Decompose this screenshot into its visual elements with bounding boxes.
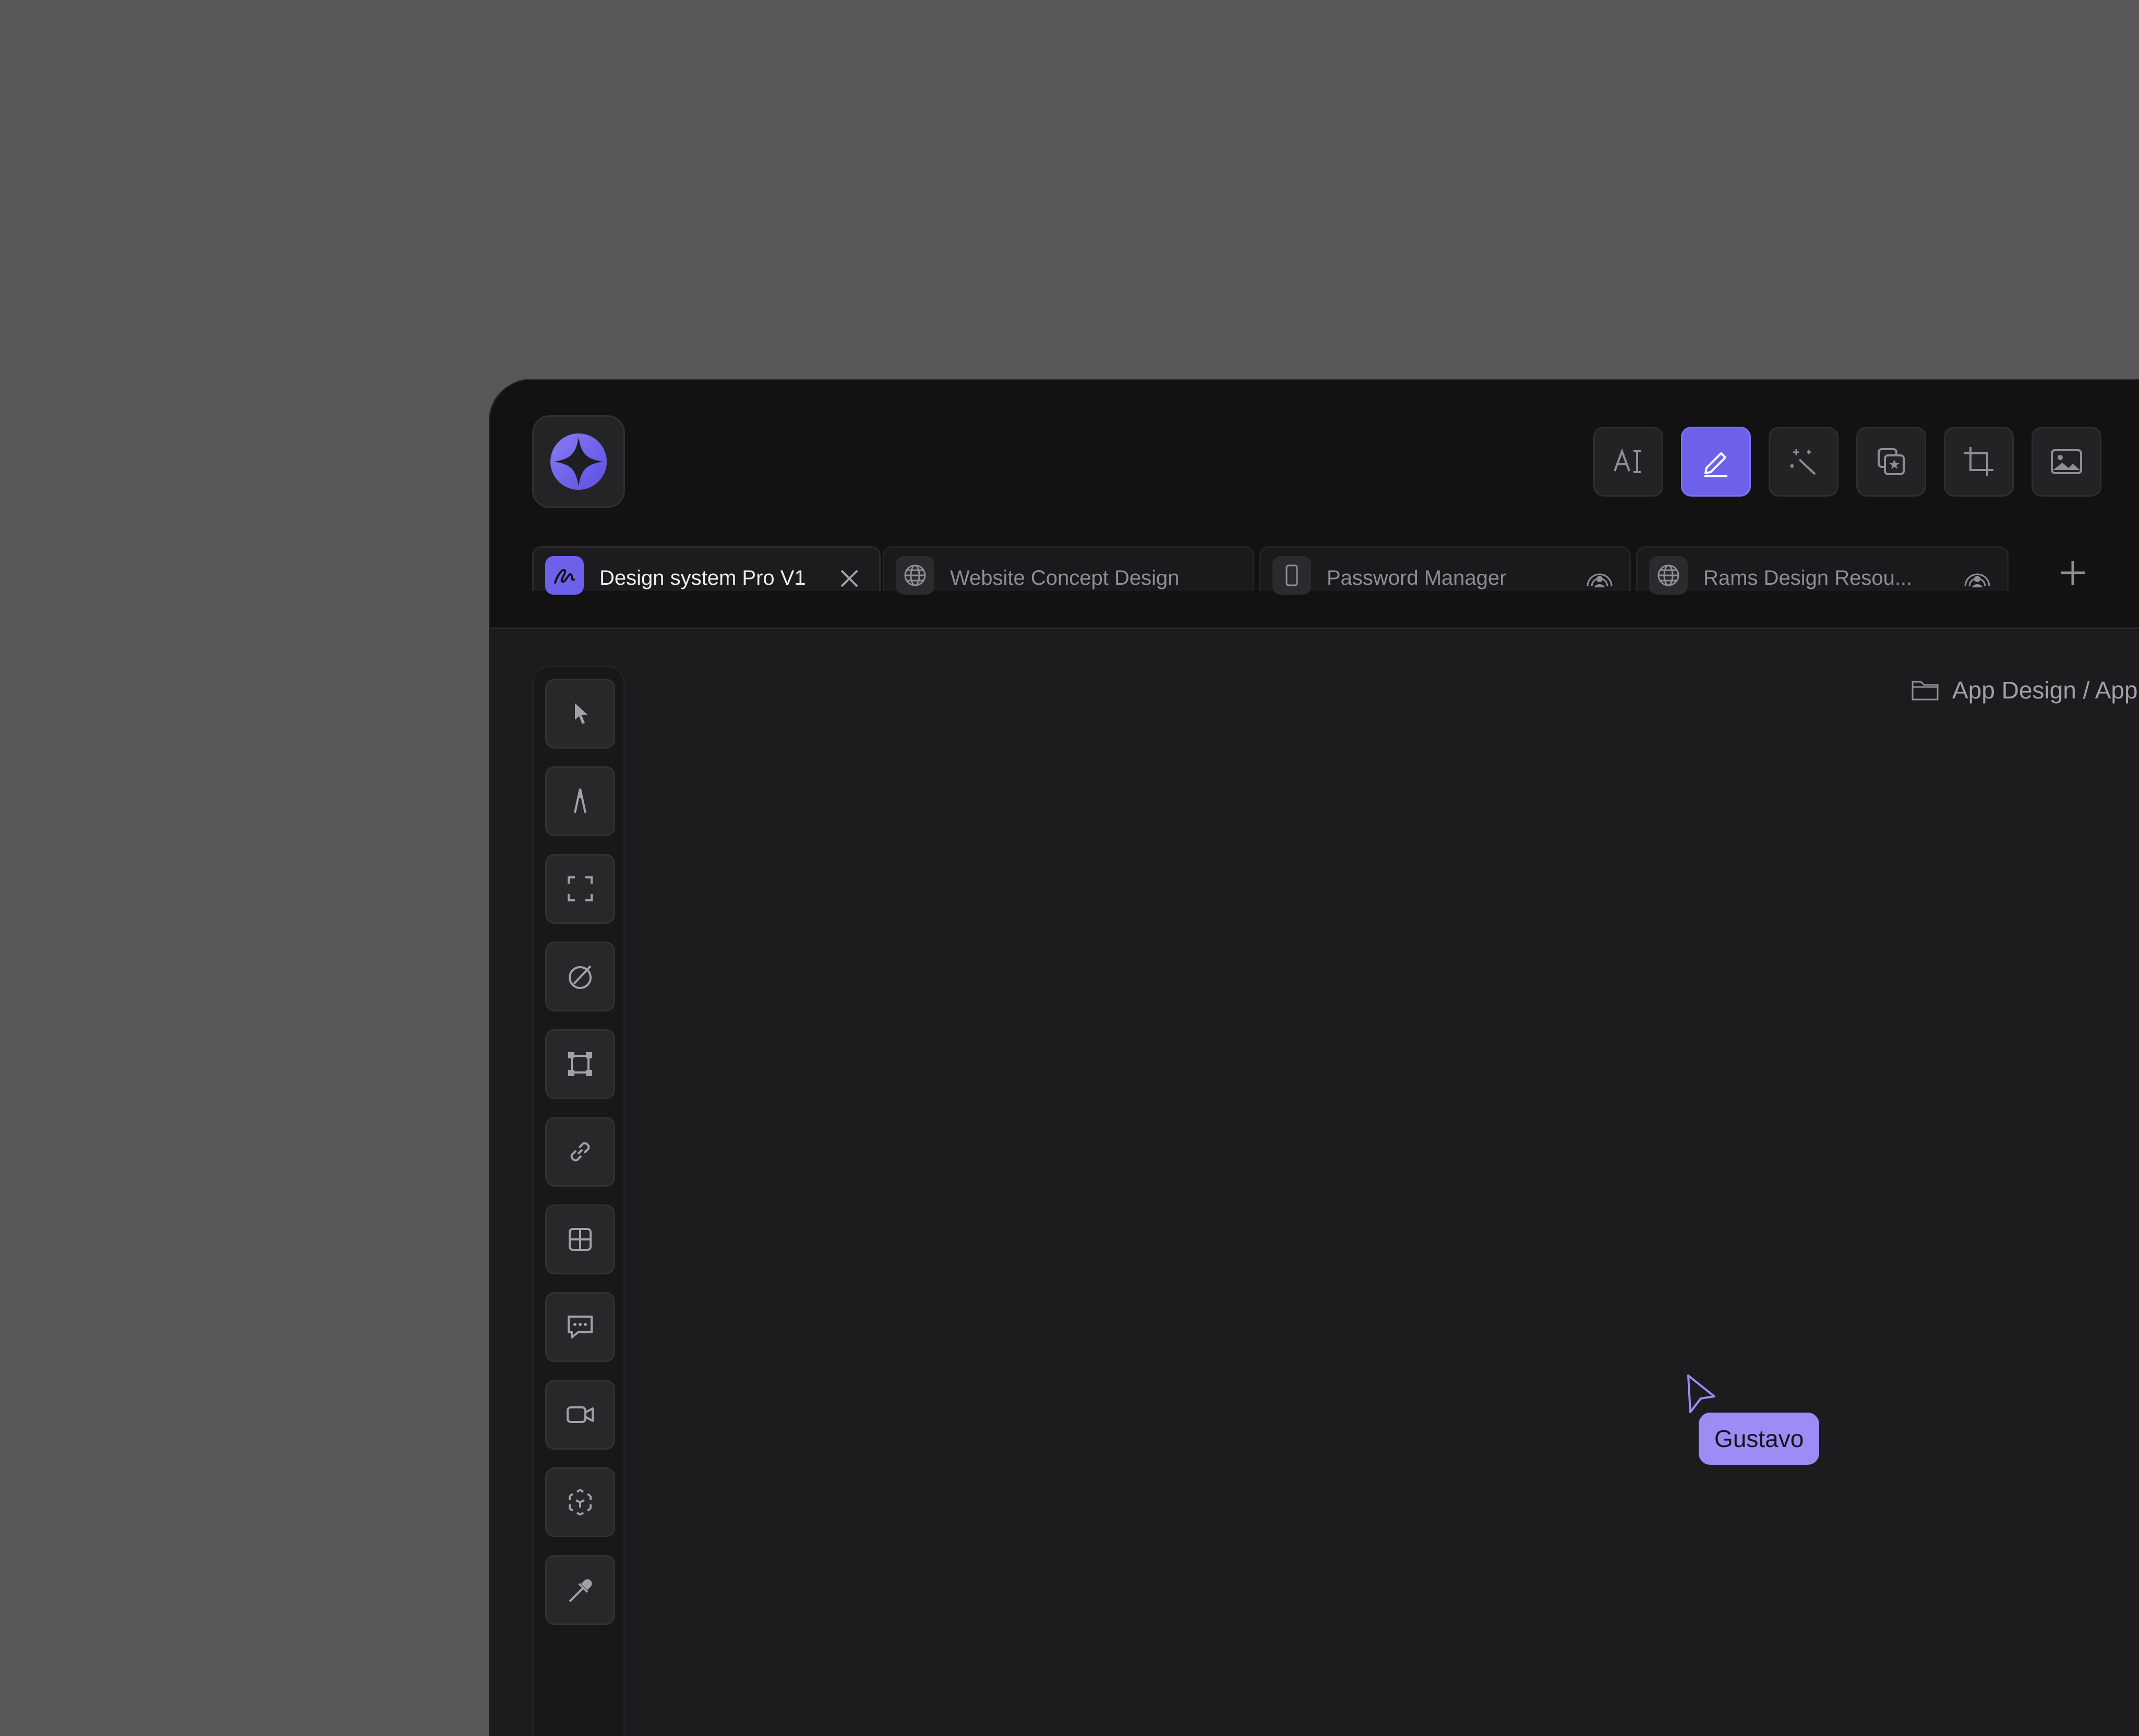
shared-icon	[1964, 573, 1990, 587]
link-icon	[570, 1142, 590, 1162]
select-tool[interactable]	[545, 679, 615, 749]
text-style-icon	[1614, 448, 1641, 473]
tab-label: Website Concept Design	[950, 566, 1180, 589]
frame-icon	[568, 876, 593, 901]
3d-object-tool[interactable]	[545, 1467, 615, 1537]
video-icon	[567, 1406, 594, 1423]
no-fill-tool[interactable]	[545, 942, 615, 1011]
design-canvas[interactable]: App Design / App	[490, 628, 2139, 1736]
tab-icon-container	[1649, 556, 1688, 595]
frame-tool[interactable]	[545, 854, 615, 924]
comment-tool[interactable]	[545, 1292, 615, 1362]
close-icon[interactable]	[834, 563, 864, 594]
scribble-icon	[554, 569, 575, 584]
globe-icon	[904, 564, 926, 586]
pen-edit-button[interactable]	[1681, 427, 1751, 497]
collaborator-cursor-icon	[1687, 1375, 1715, 1413]
collaborator-name-badge: Gustavo	[1699, 1413, 1820, 1465]
tab-rams-design[interactable]: Rams Design Resou...	[1636, 546, 2009, 595]
favorites-icon	[1878, 448, 1905, 475]
grid-tool[interactable]	[545, 1204, 615, 1274]
folder-icon	[1912, 681, 1939, 701]
new-tab-icon[interactable]	[2054, 554, 2091, 591]
globe-icon	[1657, 564, 1679, 586]
comment-icon	[568, 1316, 593, 1339]
tab-password-manager[interactable]: Password Manager	[1259, 546, 1631, 595]
link-tool[interactable]	[545, 1117, 615, 1187]
shared-icon	[1587, 573, 1613, 587]
breadcrumb-path: App Design / App	[1952, 677, 2138, 704]
tab-design-system[interactable]: Design system Pro V1	[532, 546, 881, 595]
sparkle-logo-icon	[550, 433, 607, 490]
transform-icon	[568, 1052, 592, 1076]
title-bar	[490, 380, 2139, 544]
app-window: Design system Pro V1 Website Concept Des…	[490, 380, 2139, 1736]
magic-wand-button[interactable]	[1769, 427, 1838, 497]
eyedropper-tool[interactable]	[545, 1555, 615, 1625]
mobile-icon	[1285, 564, 1298, 586]
tab-label: Password Manager	[1327, 566, 1507, 589]
text-style-button[interactable]	[1593, 427, 1663, 497]
tab-label: Design system Pro V1	[599, 566, 806, 589]
image-icon	[2051, 449, 2082, 474]
tab-strip: Design system Pro V1 Website Concept Des…	[490, 544, 2139, 595]
app-logo[interactable]	[532, 415, 625, 508]
tab-icon-container	[896, 556, 934, 595]
3d-object-icon	[569, 1489, 592, 1516]
no-fill-icon	[569, 965, 592, 989]
pen-tool-icon	[574, 788, 586, 813]
tab-label: Rams Design Resou...	[1703, 566, 1913, 589]
magic-wand-icon	[1790, 449, 1816, 475]
transform-tool[interactable]	[545, 1029, 615, 1099]
tools-sidebar	[532, 666, 625, 1736]
image-button[interactable]	[2032, 427, 2101, 497]
tab-website-concept[interactable]: Website Concept Design	[883, 546, 1254, 595]
grid-icon	[569, 1228, 592, 1251]
select-icon	[575, 703, 587, 724]
eyedropper-icon	[569, 1579, 592, 1602]
pen-edit-icon	[1704, 452, 1727, 477]
breadcrumb[interactable]: App Design / App	[1910, 676, 2137, 704]
crop-icon	[1964, 447, 1993, 476]
crop-button[interactable]	[1944, 427, 2014, 497]
favorites-button[interactable]	[1856, 427, 1926, 497]
tab-icon-container	[1272, 556, 1311, 595]
video-tool[interactable]	[545, 1380, 615, 1450]
pen-tool[interactable]	[545, 766, 615, 836]
tab-icon-container	[545, 556, 584, 595]
